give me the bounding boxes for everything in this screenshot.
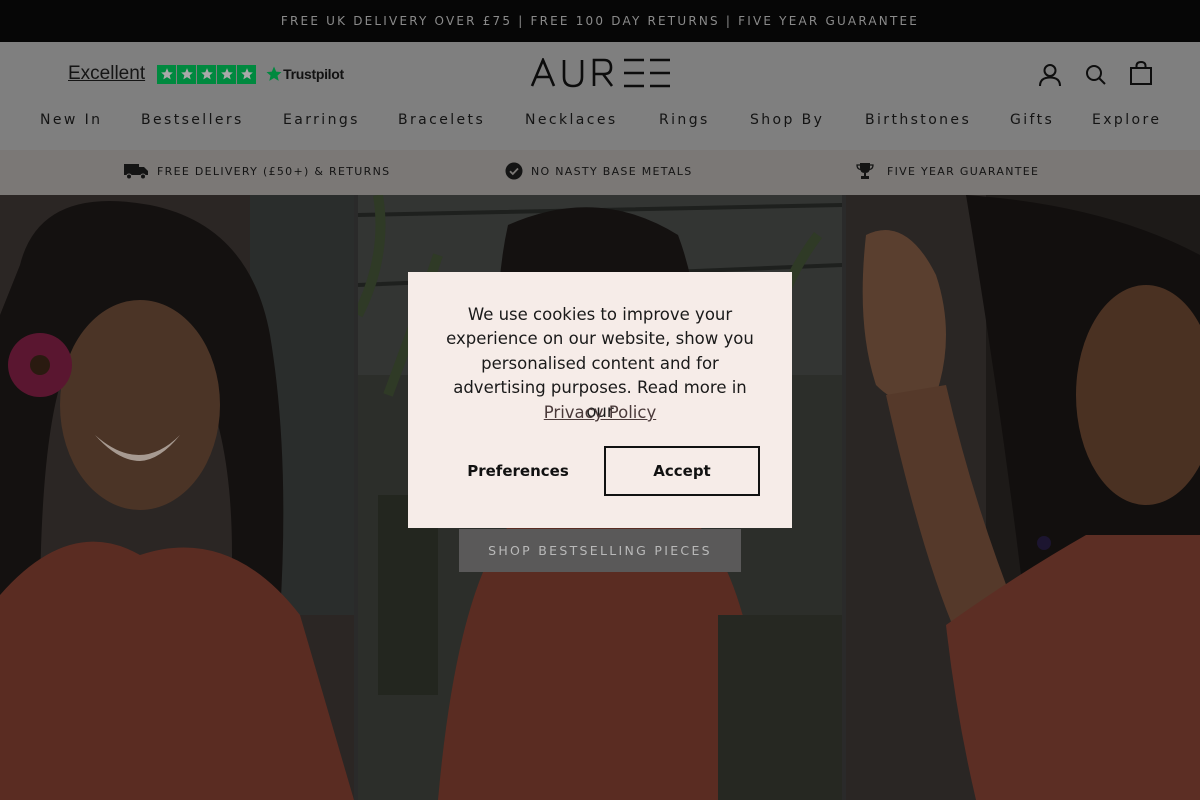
usp-label: NO NASTY BASE METALS: [531, 164, 693, 178]
announcement-bar: FREE UK DELIVERY OVER £75 | FREE 100 DAY…: [0, 0, 1200, 42]
privacy-policy-link[interactable]: Privacy Policy: [408, 403, 792, 422]
nav-item-necklaces[interactable]: Necklaces: [525, 112, 618, 128]
check-badge-icon: [505, 162, 523, 180]
trustpilot-star-icon: [266, 66, 282, 81]
nav-item-bracelets[interactable]: Bracelets: [398, 112, 485, 128]
auree-logo[interactable]: [530, 58, 672, 88]
usp-bar: FREE DELIVERY (£50+) & RETURNS NO NASTY …: [0, 150, 1200, 195]
trustpilot-logo: Trustpilot: [265, 65, 344, 83]
bag-icon[interactable]: [1128, 60, 1154, 86]
nav-item-gifts[interactable]: Gifts: [1010, 112, 1054, 128]
usp-item-metals: NO NASTY BASE METALS: [505, 162, 693, 180]
star-icon: [157, 64, 177, 84]
search-icon[interactable]: [1083, 62, 1109, 88]
usp-label: FIVE YEAR GUARANTEE: [887, 164, 1040, 178]
account-icon[interactable]: [1037, 62, 1063, 88]
usp-item-delivery: FREE DELIVERY (£50+) & RETURNS: [124, 162, 390, 180]
star-icon: [237, 64, 257, 84]
trophy-icon: [856, 163, 874, 179]
star-icon: [197, 64, 217, 84]
nav-item-rings[interactable]: Rings: [659, 112, 710, 128]
site-header: Excellent Trustpilot New In Bestsellers …: [0, 42, 1200, 150]
announcement-text: FREE UK DELIVERY OVER £75 | FREE 100 DAY…: [280, 14, 920, 28]
star-icon: [177, 64, 197, 84]
shop-bestselling-button[interactable]: SHOP BESTSELLING PIECES: [459, 529, 741, 572]
nav-item-earrings[interactable]: Earrings: [283, 112, 360, 128]
nav-item-new-in[interactable]: New In: [40, 112, 102, 128]
hero-photo-3: [846, 195, 1200, 800]
trustpilot-widget[interactable]: Excellent Trustpilot: [68, 63, 344, 85]
shop-bestselling-label: SHOP BESTSELLING PIECES: [488, 543, 712, 558]
usp-label: FREE DELIVERY (£50+) & RETURNS: [157, 164, 391, 178]
trustpilot-rating-label[interactable]: Excellent: [68, 63, 145, 85]
usp-item-guarantee: FIVE YEAR GUARANTEE: [856, 162, 1039, 180]
cookie-consent-modal: We use cookies to improve your experienc…: [408, 272, 792, 528]
main-nav: New In Bestsellers Earrings Bracelets Ne…: [0, 112, 1200, 136]
nav-item-birthstones[interactable]: Birthstones: [865, 112, 971, 128]
trustpilot-stars: [157, 64, 257, 84]
nav-item-shop-by[interactable]: Shop By: [750, 112, 824, 128]
truck-icon: [124, 164, 148, 180]
accept-button[interactable]: Accept: [604, 446, 760, 496]
preferences-button[interactable]: Preferences: [446, 448, 590, 494]
hero-photo-1: [0, 195, 354, 800]
nav-item-bestsellers[interactable]: Bestsellers: [141, 112, 244, 128]
trustpilot-brand: Trustpilot: [283, 66, 344, 82]
star-icon: [217, 64, 237, 84]
nav-item-explore[interactable]: Explore: [1092, 112, 1161, 128]
